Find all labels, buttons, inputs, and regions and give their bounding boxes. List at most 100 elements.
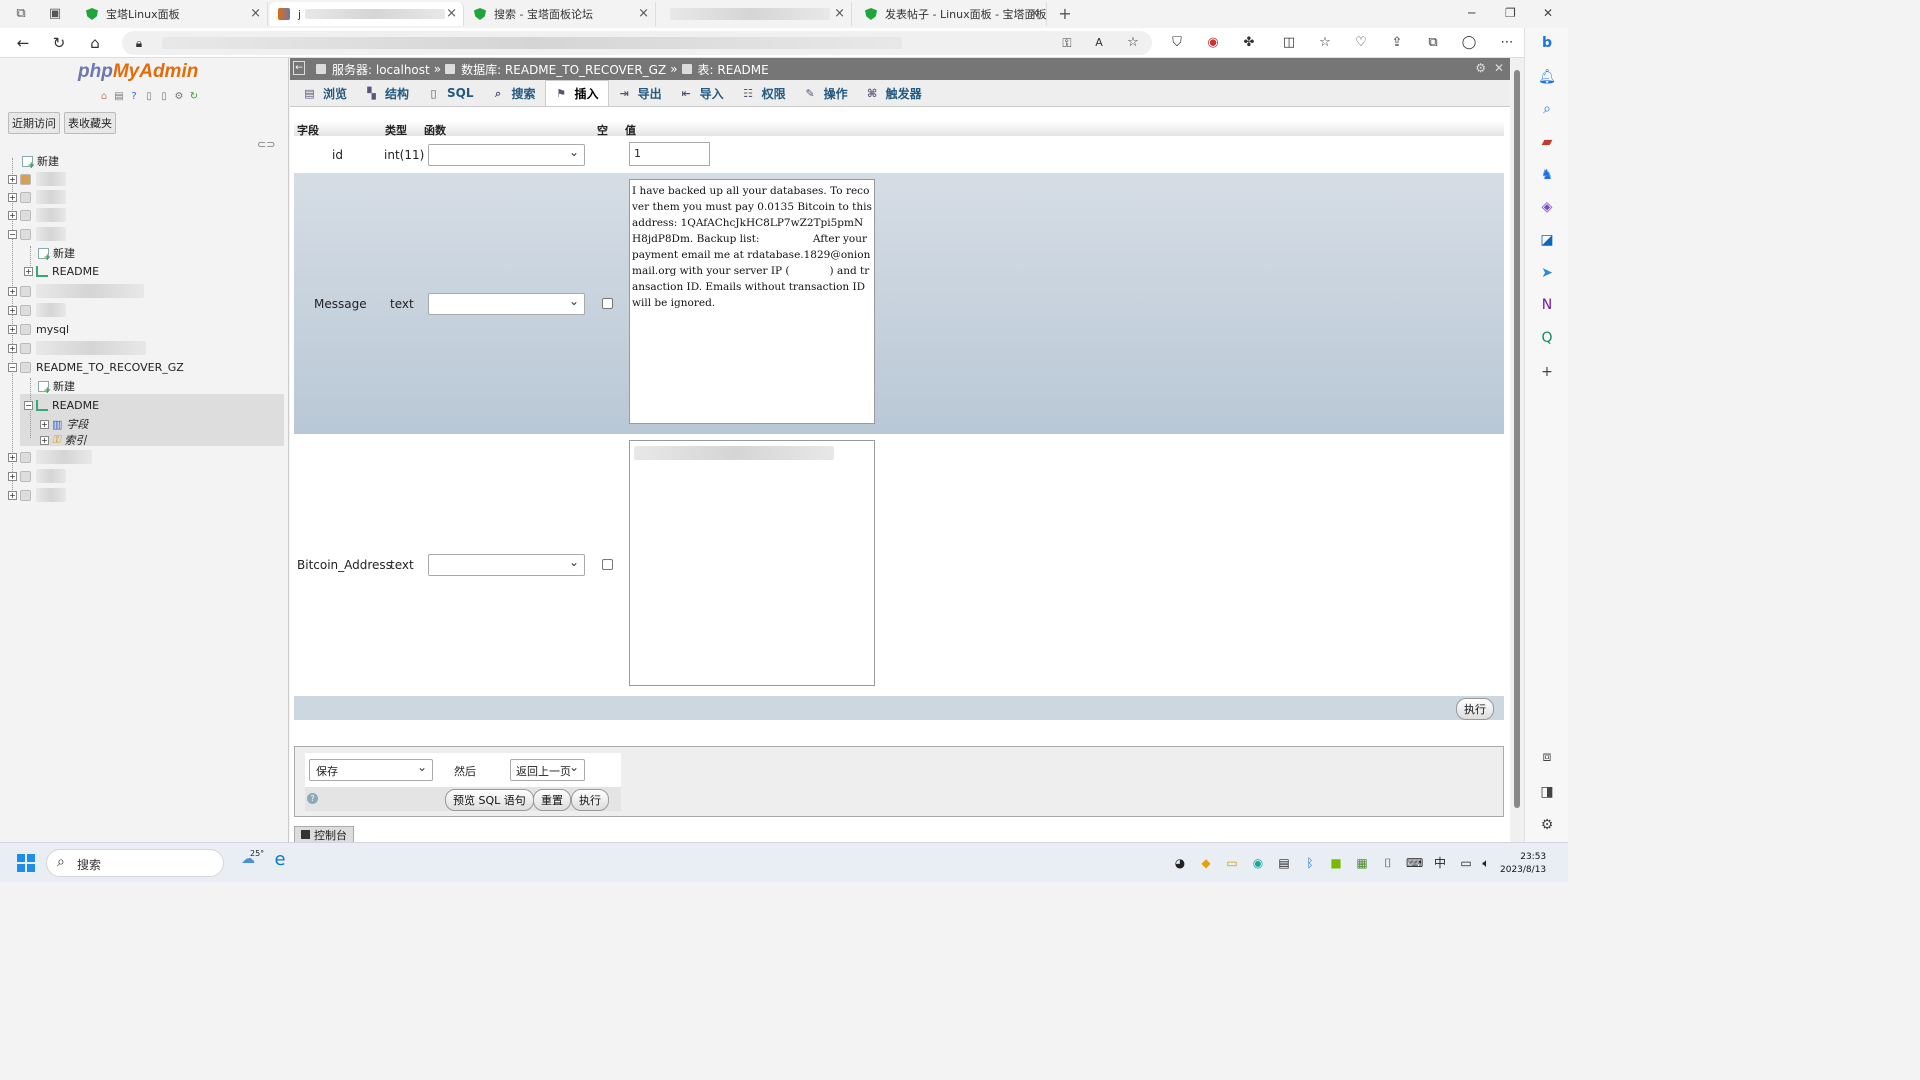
close-window-icon[interactable]: ✕ xyxy=(1543,6,1553,20)
network-icon[interactable]: ▭ xyxy=(1458,855,1474,871)
close-tab-icon[interactable]: × xyxy=(638,6,649,21)
outlook-icon[interactable]: ◪ xyxy=(1538,231,1556,249)
vertical-tabs-icon[interactable]: ▣ xyxy=(47,6,63,22)
null-checkbox[interactable] xyxy=(602,298,613,309)
breadcrumb-server[interactable]: 服务器: localhost xyxy=(332,61,430,78)
close-tab-icon[interactable]: × xyxy=(834,6,845,21)
search-icon[interactable]: ⌕ xyxy=(1538,100,1556,118)
q-app-icon[interactable]: Q xyxy=(1538,329,1556,347)
start-icon[interactable] xyxy=(17,854,35,872)
tab-favorites[interactable]: 表收藏夹 xyxy=(64,112,116,134)
close-tab-icon[interactable]: × xyxy=(250,6,261,21)
value-textarea-bitcoin-address[interactable] xyxy=(629,440,875,686)
breadcrumb-database[interactable]: 数据库: README_TO_RECOVER_GZ xyxy=(461,61,666,78)
value-input-id[interactable]: 1 xyxy=(629,142,710,166)
tree-database-redacted[interactable]: + xyxy=(8,170,66,188)
go-button[interactable]: 执行 xyxy=(571,789,609,811)
tray-app-icon[interactable]: ◉ xyxy=(1250,855,1266,871)
bluetooth-icon[interactable]: ᛒ xyxy=(1302,855,1318,871)
nvidia-icon[interactable]: ■ xyxy=(1328,855,1344,871)
null-checkbox[interactable] xyxy=(602,559,613,570)
reset-button[interactable]: 重置 xyxy=(533,789,571,811)
tree-database-redacted[interactable]: + xyxy=(8,301,66,319)
tab-operations[interactable]: ✎ 操作 xyxy=(795,80,857,106)
send-icon[interactable]: ➤ xyxy=(1538,264,1556,282)
taskbar-search[interactable]: ⌕ 搜索 xyxy=(46,849,224,877)
tab-privileges[interactable]: ☷ 权限 xyxy=(733,80,795,106)
function-select[interactable] xyxy=(428,554,585,576)
tray-app-icon[interactable]: ▤ xyxy=(1276,855,1292,871)
tray-app-icon[interactable]: ▦ xyxy=(1354,855,1370,871)
split-screen-icon[interactable]: ◫ xyxy=(1280,34,1298,52)
ime-indicator[interactable]: 中 xyxy=(1432,855,1448,871)
restore-icon[interactable]: ❐ xyxy=(1505,6,1516,20)
logout-icon[interactable]: ▤ xyxy=(113,91,125,103)
settings-icon[interactable]: ⚙ xyxy=(1538,816,1556,834)
tab-redacted[interactable]: × xyxy=(662,2,852,26)
share-icon[interactable]: ⇪ xyxy=(1388,34,1406,52)
function-select[interactable] xyxy=(428,293,585,315)
lock-icon[interactable]: 🔒︎ xyxy=(130,34,148,52)
screenshot-icon[interactable]: ⧈ xyxy=(1538,748,1556,766)
home-icon[interactable]: ⌂ xyxy=(98,91,110,103)
favorites-icon[interactable]: ☆ xyxy=(1316,34,1334,52)
tools-icon[interactable]: ▰ xyxy=(1538,133,1556,151)
tree-table-readme-selected[interactable]: − README xyxy=(24,396,99,414)
close-icon[interactable]: ✕ xyxy=(1494,61,1504,75)
sidebar-toggle-icon[interactable]: ◨ xyxy=(1538,783,1556,801)
tree-database-redacted[interactable]: + xyxy=(8,467,66,485)
close-tab-icon[interactable]: × xyxy=(446,6,457,21)
back-icon[interactable]: ← xyxy=(14,34,32,52)
value-textarea-message[interactable]: I have backed up all your databases. To … xyxy=(629,179,875,424)
tab-baota-panel[interactable]: 宝塔Linux面板 × xyxy=(78,2,268,26)
more-menu-icon[interactable]: ⋯ xyxy=(1498,34,1516,52)
clock[interactable]: 23:53 2023/8/13 xyxy=(1500,851,1546,877)
help-icon[interactable]: ? xyxy=(128,91,140,103)
favorite-star-icon[interactable]: ☆ xyxy=(1124,34,1142,52)
workspaces-icon[interactable]: ⧉ xyxy=(13,6,29,22)
extensions-icon[interactable]: ✤ xyxy=(1240,34,1258,52)
docs-icon[interactable]: ▯ xyxy=(158,91,170,103)
edge-app-icon[interactable]: e xyxy=(272,851,288,869)
key-icon[interactable]: ⚿ xyxy=(1058,34,1076,52)
close-tab-icon[interactable]: × xyxy=(1029,6,1040,21)
collapse-nav-icon[interactable]: ← xyxy=(293,61,305,75)
after-insert-select[interactable]: 返回上一页 xyxy=(510,759,585,781)
tab-sql[interactable]: ▯ SQL xyxy=(418,80,483,106)
office-icon[interactable]: ◈ xyxy=(1538,198,1556,216)
tray-folder-icon[interactable]: ▭ xyxy=(1224,855,1240,871)
tab-import[interactable]: ⇤ 导入 xyxy=(671,80,733,106)
help-icon[interactable]: ? xyxy=(307,793,318,804)
tree-database-mysql[interactable]: + mysql xyxy=(8,320,69,338)
collections-icon[interactable]: ⧉ xyxy=(1424,34,1442,52)
add-app-icon[interactable]: + xyxy=(1538,363,1556,381)
gear-icon[interactable]: ⚙ xyxy=(173,91,185,103)
tab-insert[interactable]: ⚑ 插入 xyxy=(544,80,609,106)
tree-new-table[interactable]: 新建 xyxy=(38,244,75,263)
tree-database-readme-to-recover[interactable]: − README_TO_RECOVER_GZ xyxy=(8,358,184,376)
tree-database-redacted-expanded[interactable]: − xyxy=(8,225,66,243)
shield-icon[interactable]: ⛉ xyxy=(1168,34,1186,52)
profile-icon[interactable]: ◯ xyxy=(1460,34,1478,52)
tree-new-database[interactable]: 新建 xyxy=(22,152,59,171)
breadcrumb-table[interactable]: 表: README xyxy=(698,61,769,78)
notifications-icon[interactable]: 🔔︎ xyxy=(1538,68,1556,86)
phpmyadmin-logo[interactable]: phpMyAdmin xyxy=(78,61,198,83)
tab-triggers[interactable]: ⌘ 触发器 xyxy=(857,80,931,106)
go-button[interactable]: 执行 xyxy=(1456,698,1494,720)
docs-icon[interactable]: ▯ xyxy=(143,91,155,103)
tray-app-icon[interactable]: ◆ xyxy=(1198,855,1214,871)
home-icon[interactable]: ⌂ xyxy=(86,34,104,52)
usb-icon[interactable]: ⌷ xyxy=(1380,855,1396,871)
tree-database-redacted[interactable]: + xyxy=(8,448,92,466)
tree-database-redacted[interactable]: + xyxy=(8,282,144,300)
read-aloud-icon[interactable]: A xyxy=(1090,34,1108,52)
tab-export[interactable]: ⇥ 导出 xyxy=(609,80,671,106)
new-tab-icon[interactable]: + xyxy=(1057,6,1073,22)
extension-badge-icon[interactable]: ◉ xyxy=(1204,34,1222,52)
onenote-icon[interactable]: N xyxy=(1538,296,1556,314)
function-select[interactable] xyxy=(428,144,585,166)
tab-recent[interactable]: 近期访问 xyxy=(8,112,60,134)
reload-icon[interactable]: ↻ xyxy=(188,91,200,103)
tree-database-redacted[interactable]: + xyxy=(8,188,66,206)
